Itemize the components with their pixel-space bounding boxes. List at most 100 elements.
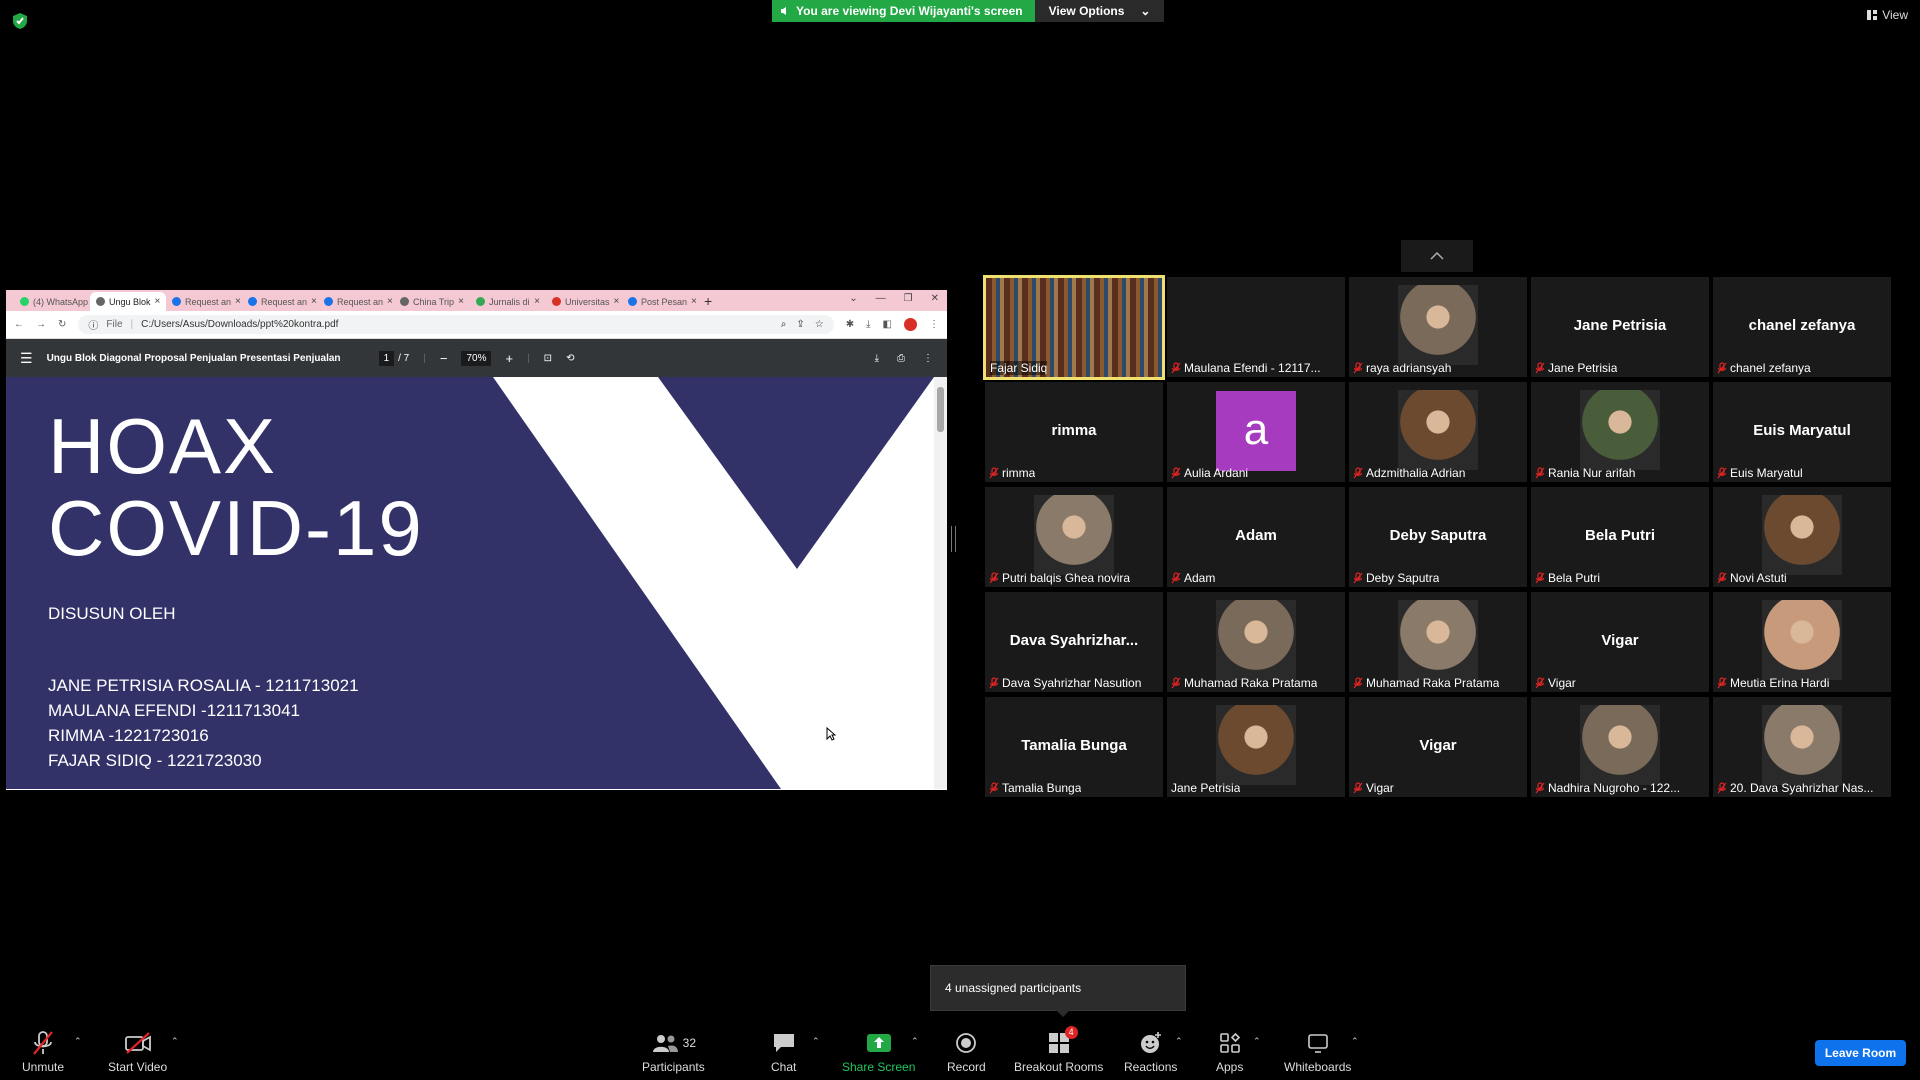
participant-tile[interactable]: Muhamad Raka Pratama	[1167, 592, 1345, 692]
back-icon[interactable]: ←	[14, 319, 24, 330]
participants-button[interactable]: 32 Participants	[642, 1030, 705, 1074]
chat-button[interactable]: Chat	[771, 1030, 796, 1074]
forward-icon[interactable]: →	[36, 319, 46, 330]
whiteboards-options-caret[interactable]: ⌃	[1351, 1036, 1359, 1047]
participant-tile[interactable]: Fajar Sidiq	[983, 275, 1165, 380]
maximize-button[interactable]: ❐	[904, 293, 913, 304]
participant-tile[interactable]: Dava Syahrizhar... Dava Syahrizhar Nasuti…	[985, 592, 1163, 692]
tab-close-icon[interactable]: ×	[235, 296, 241, 307]
address-bar[interactable]: ⓘ File | C:/Users/Asus/Downloads/ppt%20k…	[78, 315, 834, 334]
participant-name-label: Maulana Efendi - 12117...	[1171, 361, 1321, 375]
tab-close-icon[interactable]: ×	[387, 296, 393, 307]
browser-tab[interactable]: (4) WhatsApp×	[14, 292, 90, 311]
chat-options-caret[interactable]: ⌃	[812, 1036, 820, 1047]
author-line: RIMMA -1221723016	[48, 726, 209, 745]
participant-tile[interactable]: Meutia Erina Hardi	[1713, 592, 1891, 692]
participant-tile[interactable]: Euis Maryatul Euis Maryatul	[1713, 382, 1891, 482]
unassigned-participants-tooltip[interactable]: 4 unassigned participants	[930, 965, 1186, 1017]
browser-tab[interactable]: Request an ×	[166, 292, 242, 311]
whiteboards-button[interactable]: Whiteboards	[1284, 1030, 1351, 1074]
fit-page-icon[interactable]: ⊡	[544, 353, 552, 364]
tab-close-icon[interactable]: ×	[691, 296, 697, 307]
reactions-button[interactable]: Reactions	[1124, 1030, 1177, 1074]
minimize-button[interactable]: —	[876, 293, 886, 304]
participant-tile[interactable]: Adzmithalia Adrian	[1349, 382, 1527, 482]
participant-tile[interactable]: raya adriansyah	[1349, 277, 1527, 377]
participant-tile[interactable]: Rania Nur arifah	[1531, 382, 1709, 482]
browser-tab[interactable]: Universitas ×	[546, 292, 622, 311]
tab-close-icon[interactable]: ×	[311, 296, 317, 307]
record-button[interactable]: Record	[947, 1030, 986, 1074]
extensions-icon[interactable]: ✱	[846, 319, 854, 330]
pdf-scrollbar[interactable]	[934, 377, 947, 789]
browser-menu-icon[interactable]: ⋮	[929, 319, 939, 330]
participant-tile[interactable]: Muhamad Raka Pratama	[1349, 592, 1527, 692]
zoom-icon[interactable]: ⌕	[781, 319, 787, 330]
pdf-download-icon[interactable]: ⤓	[875, 353, 879, 364]
start-video-button[interactable]: Start Video	[108, 1030, 167, 1074]
tab-search-icon[interactable]: ⌄	[849, 293, 857, 304]
participant-tile[interactable]: Adam Adam	[1167, 487, 1345, 587]
breakout-rooms-button[interactable]: 4 Breakout Rooms	[1014, 1026, 1103, 1074]
participant-tile[interactable]: Nadhira Nugroho - 122...	[1531, 697, 1709, 797]
new-tab-button[interactable]: +	[704, 293, 712, 309]
gallery-page-up-button[interactable]	[1401, 240, 1473, 272]
participant-tile[interactable]: Tamalia Bunga Tamalia Bunga	[985, 697, 1163, 797]
pdf-viewer[interactable]: HOAX COVID-19 DISUSUN OLEH JANE PETRISIA…	[6, 377, 947, 789]
view-options-button[interactable]: View Options ⌄	[1034, 0, 1165, 22]
participant-tile[interactable]: Putri balqis Ghea novira	[985, 487, 1163, 587]
browser-tab[interactable]: China Trip ×	[394, 292, 470, 311]
share-options-caret[interactable]: ⌃	[911, 1036, 919, 1047]
reactions-options-caret[interactable]: ⌃	[1175, 1036, 1183, 1047]
participant-tile[interactable]: Vigar Vigar	[1349, 697, 1527, 797]
participant-video	[1216, 600, 1296, 680]
participant-tile[interactable]: Jane Petrisia	[1167, 697, 1345, 797]
scrollbar-thumb[interactable]	[937, 387, 944, 432]
participant-tile[interactable]: chanel zefanya chanel zefanya	[1713, 277, 1891, 377]
unmute-button[interactable]: Unmute	[22, 1030, 64, 1074]
split-resize-handle[interactable]	[951, 526, 956, 552]
reload-icon[interactable]: ↻	[58, 319, 66, 330]
tab-close-icon[interactable]: ×	[155, 296, 161, 307]
tab-close-icon[interactable]: ×	[458, 296, 464, 307]
leave-room-button[interactable]: Leave Room	[1815, 1040, 1906, 1066]
profile-avatar[interactable]	[904, 318, 917, 331]
participant-name-text: Muhamad Raka Pratama	[1184, 676, 1318, 690]
browser-tab[interactable]: Request an ×	[318, 292, 394, 311]
zoom-out-button[interactable]: −	[440, 351, 448, 366]
bookmark-star-icon[interactable]: ☆	[815, 319, 824, 330]
rotate-icon[interactable]: ⟲	[566, 353, 574, 364]
view-button[interactable]: View	[1867, 8, 1908, 22]
participant-tile[interactable]: Vigar Vigar	[1531, 592, 1709, 692]
sidepanel-icon[interactable]: ◧	[883, 319, 892, 330]
share-screen-button[interactable]: Share Screen	[842, 1030, 915, 1074]
share-icon[interactable]: ⇪	[796, 319, 804, 330]
participant-tile[interactable]: Bela Putri Bela Putri	[1531, 487, 1709, 587]
browser-tab[interactable]: Ungu Blok ×	[90, 292, 166, 311]
browser-tab[interactable]: Jurnalis di ×	[470, 292, 546, 311]
participant-tile[interactable]: Deby Saputra Deby Saputra	[1349, 487, 1527, 587]
apps-button[interactable]: Apps	[1216, 1030, 1243, 1074]
browser-tab[interactable]: Post Pesan ×	[622, 292, 698, 311]
apps-options-caret[interactable]: ⌃	[1253, 1036, 1261, 1047]
download-icon[interactable]: ⤓	[866, 319, 870, 330]
video-options-caret[interactable]: ⌃	[171, 1036, 179, 1047]
participant-tile[interactable]: a Aulia Ardani	[1167, 382, 1345, 482]
participant-tile[interactable]: Maulana Efendi - 12117...	[1167, 277, 1345, 377]
zoom-level-input[interactable]: 70%	[461, 350, 492, 366]
close-window-button[interactable]: ✕	[931, 293, 939, 304]
tab-close-icon[interactable]: ×	[614, 296, 620, 307]
browser-tab[interactable]: Request an ×	[242, 292, 318, 311]
participant-tile[interactable]: rimma rimma	[985, 382, 1163, 482]
pdf-menu-icon[interactable]: ☰	[20, 350, 33, 367]
tab-close-icon[interactable]: ×	[534, 296, 540, 307]
participant-tile[interactable]: 20. Dava Syahrizhar Nas...	[1713, 697, 1891, 797]
participant-tile[interactable]: Jane Petrisia Jane Petrisia	[1531, 277, 1709, 377]
page-current-input[interactable]: 1	[378, 350, 395, 366]
security-shield-icon[interactable]	[12, 12, 28, 30]
participant-tile[interactable]: Novi Astuti	[1713, 487, 1891, 587]
audio-options-caret[interactable]: ⌃	[74, 1036, 82, 1047]
zoom-in-button[interactable]: +	[505, 351, 513, 366]
pdf-more-icon[interactable]: ⋮	[923, 353, 933, 364]
print-icon[interactable]: ⎙	[897, 353, 905, 364]
